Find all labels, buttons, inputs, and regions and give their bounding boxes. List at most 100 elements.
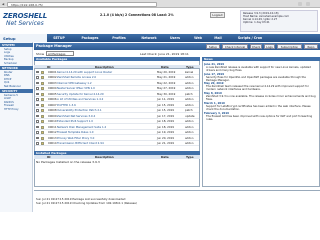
package-description[interactable]: Firewall Template Rules 1.0 bbox=[57, 130, 154, 135]
package-description[interactable]: Internal VPN Gateway 1.2 bbox=[57, 81, 154, 86]
nav-packages[interactable]: Packages bbox=[79, 34, 101, 42]
nav-users[interactable]: Users bbox=[167, 34, 183, 42]
table-row[interactable]: 00009 ZeroShell Net Services 3.9.4 Jun 17,… bbox=[35, 114, 199, 119]
back-icon[interactable]: ◀ bbox=[1, 2, 5, 6]
package-description[interactable]: Vulnerability Protection Patch 2.1 bbox=[57, 108, 154, 113]
package-id: 00001 bbox=[48, 69, 57, 74]
table-row[interactable]: 00002 ZeroShell Remote Access 2.0 May 21, … bbox=[35, 75, 199, 81]
package-date: Jun 20, 2019 bbox=[157, 135, 175, 140]
table-row[interactable]: 00013 Privoxy Web Filter Proxy 3.0 Jun 20,… bbox=[35, 136, 199, 141]
package-description[interactable]: Kernel 4.14.29 with support Linux Router bbox=[57, 70, 154, 75]
table-row[interactable]: 00006 A lot of Utilities and Services 1.4… bbox=[35, 97, 199, 103]
news-text: The firewall GUI has been improved with … bbox=[206, 114, 313, 121]
table-row[interactable]: 00014 Transmission BitTorrent Client 2.94… bbox=[35, 141, 199, 147]
row-checkbox[interactable] bbox=[36, 136, 39, 140]
table-row[interactable]: 00012 Firewall Template Rules 1.0 Jun 19, … bbox=[35, 130, 199, 136]
logout-button[interactable]: Logout bbox=[210, 12, 225, 18]
package-date: Jun 18, 2019 bbox=[157, 119, 175, 123]
row-checkbox[interactable] bbox=[36, 109, 39, 112]
package-id: 00006 bbox=[48, 97, 57, 101]
nav-mail[interactable]: Mail bbox=[211, 34, 225, 42]
row-checkbox[interactable] bbox=[36, 87, 39, 90]
package-id: 00012 bbox=[48, 130, 57, 134]
package-type: addon bbox=[185, 75, 194, 79]
row-checkbox[interactable] bbox=[36, 70, 39, 74]
column-id: ID bbox=[47, 65, 51, 69]
installed-column-description: Description bbox=[95, 155, 114, 159]
row-checkbox[interactable] bbox=[36, 92, 39, 96]
package-date: May 30, 2019 bbox=[157, 91, 176, 96]
page-title: Package Manager bbox=[36, 44, 72, 48]
package-description[interactable]: ZeroShell Remote Access 2.0 bbox=[57, 75, 154, 80]
package-icon bbox=[41, 142, 45, 146]
package-icon bbox=[41, 125, 45, 129]
news-list: June 21, 2019 A new ZeroShell release is… bbox=[204, 62, 316, 186]
package-description[interactable]: A lot of Utilities and Services 1.4.2 bbox=[57, 97, 154, 102]
row-checkbox[interactable] bbox=[36, 120, 39, 123]
logs-button[interactable]: Logs bbox=[264, 44, 275, 49]
package-description[interactable]: Security Update for Kernel 4.14.29 bbox=[57, 92, 154, 97]
system-status: 2.1.0 (4 kb/s) 2 Connections 08 Load: 2% bbox=[100, 13, 174, 17]
table-row[interactable]: 00001 Kernel 4.14.29 with support Linux R… bbox=[35, 70, 199, 75]
package-description[interactable]: Nextel Server IPSec VPN 1.0 bbox=[57, 86, 154, 91]
table-row[interactable]: 00010 Extended IPv6 Support 1.0 Jun 18, 20… bbox=[35, 119, 199, 125]
package-description[interactable]: Network Disk Management Suite 1.2 bbox=[57, 125, 154, 130]
sidebar-item[interactable]: Net Balancer bbox=[0, 85, 33, 89]
package-id: 00013 bbox=[48, 135, 57, 140]
check-button[interactable]: Check bbox=[250, 44, 262, 49]
nav-profiles[interactable]: Profiles bbox=[109, 34, 129, 42]
news-text: Support for LetsEncrypt certificates has… bbox=[206, 104, 311, 111]
sidebar-section-security: SECURITY bbox=[0, 89, 33, 93]
subscription-button[interactable]: Subscription bbox=[277, 44, 302, 49]
package-description[interactable]: ZeroShell Net Services 3.9.4 bbox=[57, 114, 154, 119]
row-checkbox[interactable] bbox=[36, 131, 39, 134]
nav-network[interactable]: Network bbox=[139, 34, 159, 42]
table-row[interactable]: 00011 Network Disk Management Suite 1.2 Ju… bbox=[35, 125, 199, 130]
table-row[interactable]: 00004 Nextel Server IPSec VPN 1.0 May 27, … bbox=[35, 86, 199, 92]
package-description[interactable]: Privoxy Web Filter Proxy 3.0 bbox=[57, 136, 154, 141]
package-icon bbox=[41, 87, 45, 91]
address-bar[interactable]: https://192.168.0.75/ bbox=[7, 1, 157, 7]
package-id: 00002 bbox=[48, 75, 57, 79]
logo: ZEROSHELL bbox=[3, 12, 48, 20]
table-row[interactable]: 00003 Internal VPN Gateway 1.2 May 22, 201… bbox=[35, 81, 199, 86]
package-date: Jun 15, 2019 bbox=[157, 108, 175, 112]
info-line: Uptime: 1 day 03:41 bbox=[243, 21, 270, 25]
row-checkbox[interactable] bbox=[36, 114, 39, 118]
table-row[interactable]: 00008 Vulnerability Protection Patch 2.1 J… bbox=[35, 108, 199, 114]
package-description[interactable]: Transmission BitTorrent Client 2.94 bbox=[57, 141, 154, 146]
table-row[interactable]: 00005 Security Update for Kernel 4.14.29 M… bbox=[35, 92, 199, 97]
row-checkbox[interactable] bbox=[36, 103, 39, 107]
package-id: 00010 bbox=[48, 119, 57, 123]
bookmark-icon[interactable] bbox=[298, 1, 302, 6]
mode-label: Setup bbox=[3, 36, 16, 41]
row-checkbox[interactable] bbox=[36, 142, 39, 145]
nav-scripts[interactable]: Scripts / Cron bbox=[233, 34, 267, 42]
package-date: Jun 21, 2019 bbox=[157, 141, 175, 145]
package-icon bbox=[41, 76, 45, 80]
setup-button[interactable]: Setup bbox=[206, 44, 220, 49]
news-text: Security fixes for OpenSSL and OpenSSH p… bbox=[206, 75, 306, 82]
nav-web[interactable]: Web bbox=[191, 34, 205, 42]
nav-setup[interactable]: SETUP bbox=[49, 34, 69, 42]
news-text: ZeroShell 3.9.3 is now available. The re… bbox=[206, 95, 316, 102]
package-type: addon bbox=[185, 97, 194, 101]
package-date: May 22, 2019 bbox=[157, 80, 176, 85]
row-checkbox[interactable] bbox=[36, 98, 39, 101]
package-description[interactable]: ProFTPD 1.3.6 bbox=[57, 103, 154, 108]
sidebar-item[interactable]: HTTP Proxy bbox=[0, 108, 33, 112]
check-interval-button[interactable]: Check Interval bbox=[222, 44, 248, 49]
package-type: patch bbox=[185, 91, 193, 96]
menu-icon[interactable] bbox=[306, 1, 310, 6]
table-row[interactable]: 00007 ProFTPD 1.3.6 Jun 15, 2019 addon bbox=[35, 103, 199, 108]
package-icon bbox=[41, 136, 45, 140]
package-description[interactable]: Extended IPv6 Support 1.0 bbox=[57, 119, 154, 124]
show-select[interactable]: All Packages bbox=[46, 51, 74, 56]
package-id: 00003 bbox=[48, 80, 57, 85]
repo-button[interactable]: Repo bbox=[304, 44, 318, 49]
package-id: 00011 bbox=[48, 124, 57, 129]
row-checkbox[interactable] bbox=[36, 125, 39, 129]
sidebar-item[interactable]: Scheduler bbox=[0, 62, 33, 66]
row-checkbox[interactable] bbox=[36, 81, 39, 85]
row-checkbox[interactable] bbox=[36, 76, 39, 79]
